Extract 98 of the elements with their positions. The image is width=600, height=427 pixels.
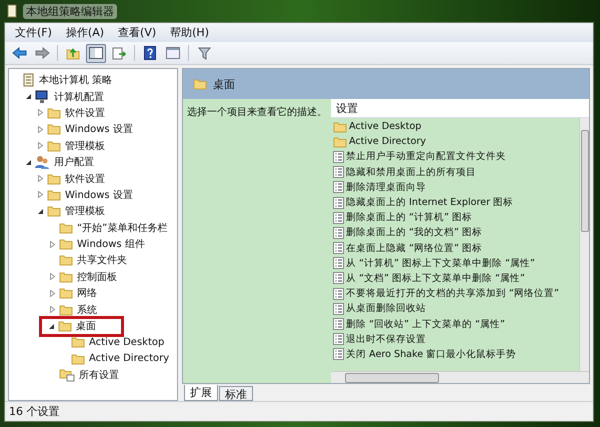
help-icon	[144, 46, 156, 60]
folder-icon	[47, 172, 61, 185]
tree-item[interactable]: 用户配置	[53, 155, 95, 170]
policy-icon	[333, 150, 344, 163]
policy-icon	[333, 318, 344, 330]
tree-item[interactable]: 共享文件夹	[76, 253, 128, 268]
policy-icon	[333, 272, 344, 284]
setting-item[interactable]: Active Desktop	[349, 121, 422, 132]
horizontal-scrollbar[interactable]	[331, 371, 589, 383]
export-list-icon	[112, 46, 126, 60]
setting-item[interactable]: 退出时不保存设置	[346, 332, 426, 346]
policy-icon	[333, 242, 344, 254]
setting-item[interactable]: 从 “文档” 图标上下文菜单中删除 “属性”	[346, 272, 526, 285]
expand-arrow[interactable]	[48, 322, 55, 330]
setting-item[interactable]: Active Directory	[349, 136, 426, 148]
tree-item[interactable]: 所有设置	[78, 368, 120, 382]
policy-icon	[333, 181, 344, 194]
setting-item[interactable]: 禁止用户手动重定向配置文件文件夹	[346, 150, 506, 164]
tree-item[interactable]: 软件设置	[64, 172, 106, 186]
setting-item[interactable]: 从 “计算机” 图标上下文菜单中删除 “属性”	[346, 256, 536, 270]
filter-icon	[198, 46, 210, 60]
column-header[interactable]: 设置	[331, 99, 589, 118]
tree-item[interactable]: 管理模板	[64, 138, 106, 153]
folder-icon	[47, 106, 61, 119]
setting-item[interactable]: 在桌面上隐藏 “网络位置” 图标	[346, 242, 482, 255]
toolbar-button[interactable]	[86, 44, 106, 62]
folder-icon	[59, 254, 73, 266]
folder-icon	[333, 120, 347, 133]
folder-icon	[59, 287, 73, 300]
settings-folder-icon	[59, 368, 75, 382]
status-text: 16 个设置	[5, 401, 593, 421]
setting-item[interactable]: 删除桌面上的 “我的文档” 图标	[346, 226, 482, 240]
folder-icon	[59, 222, 73, 234]
tree-pane-icon	[89, 47, 103, 59]
folder-icon	[47, 140, 61, 152]
back-arrow-icon	[12, 47, 26, 59]
expand-arrow[interactable]	[25, 93, 32, 100]
setting-item[interactable]: 隐藏和禁用桌面上的所有项目	[346, 166, 476, 179]
policy-icon	[333, 212, 344, 224]
policy-icon	[333, 166, 344, 178]
folder-icon	[71, 352, 85, 365]
view-tab[interactable]: 标准	[219, 386, 253, 401]
setting-item[interactable]: 关闭 Aero Shake 窗口最小化鼠标手势	[346, 348, 516, 361]
tree-item[interactable]: Active Directory	[88, 353, 170, 364]
setting-item[interactable]: 隐藏桌面上的 Internet Explorer 图标	[346, 196, 514, 210]
folder-icon	[71, 336, 85, 348]
computer-icon	[35, 90, 50, 104]
folder-icon	[47, 188, 61, 201]
users-icon	[35, 155, 50, 170]
menu-item[interactable]: 查看(V)	[111, 24, 164, 41]
policy-icon	[333, 196, 344, 209]
view-tab[interactable]: 扩展	[184, 385, 218, 401]
tree-item[interactable]: 计算机配置	[53, 90, 105, 104]
folder-icon	[193, 78, 207, 90]
folder-icon	[47, 205, 61, 218]
folder-icon	[59, 304, 73, 316]
menu-item[interactable]: 文件(F)	[8, 24, 59, 41]
folder-up-icon	[66, 46, 80, 60]
vertical-scrollbar[interactable]	[579, 118, 589, 371]
folder-icon	[59, 238, 73, 250]
menu-item[interactable]: 操作(A)	[58, 24, 112, 41]
policy-icon	[333, 257, 344, 270]
policy-icon	[333, 333, 344, 346]
app-icon	[6, 4, 18, 18]
tree-item[interactable]: Windows 组件	[76, 237, 146, 252]
menu-item[interactable]: 帮助(H)	[163, 24, 216, 41]
folder-icon	[333, 136, 347, 148]
setting-item[interactable]: 删除桌面上的 “计算机” 图标	[346, 211, 472, 224]
policy-icon	[333, 348, 344, 360]
tree-item[interactable]: Windows 设置	[64, 122, 134, 136]
tree-item[interactable]: 控制面板	[76, 270, 118, 284]
tree-item[interactable]: “开始”菜单和任务栏	[76, 220, 168, 235]
tree-item[interactable]: Active Desktop	[88, 336, 166, 348]
forward-arrow-icon	[34, 47, 50, 59]
window-title: 本地组策略编辑器	[23, 4, 117, 18]
policy-icon	[333, 302, 344, 315]
pane-title: 桌面	[213, 76, 235, 92]
tree-item[interactable]: 网络	[76, 286, 98, 300]
tree-item[interactable]: Windows 设置	[64, 188, 134, 202]
setting-item[interactable]: 删除清理桌面向导	[346, 180, 426, 194]
setting-item[interactable]: 从桌面删除回收站	[346, 302, 426, 316]
tree-item[interactable]: 本地计算机 策略	[38, 73, 114, 88]
tree-item[interactable]: 系统	[76, 302, 98, 317]
tree-item[interactable]: 管理模板	[64, 204, 106, 218]
tree-item[interactable]: 桌面	[75, 319, 97, 334]
folder-icon	[58, 320, 72, 332]
tree-item[interactable]: 软件设置	[64, 106, 106, 120]
setting-item[interactable]: 不要将最近打开的文档的共享添加到 “网络位置”	[346, 287, 559, 300]
policy-icon	[333, 288, 344, 300]
scroll-icon	[21, 73, 35, 88]
policy-icon	[333, 226, 344, 239]
expand-arrow[interactable]	[25, 158, 32, 166]
folder-icon	[59, 270, 73, 283]
folder-icon	[47, 123, 61, 136]
description-text: 选择一个项目来查看它的描述。	[186, 106, 328, 120]
expand-arrow[interactable]	[37, 208, 44, 215]
setting-item[interactable]: 删除 “回收站” 上下文菜单的 “属性”	[346, 318, 506, 331]
window-icon	[166, 47, 180, 59]
